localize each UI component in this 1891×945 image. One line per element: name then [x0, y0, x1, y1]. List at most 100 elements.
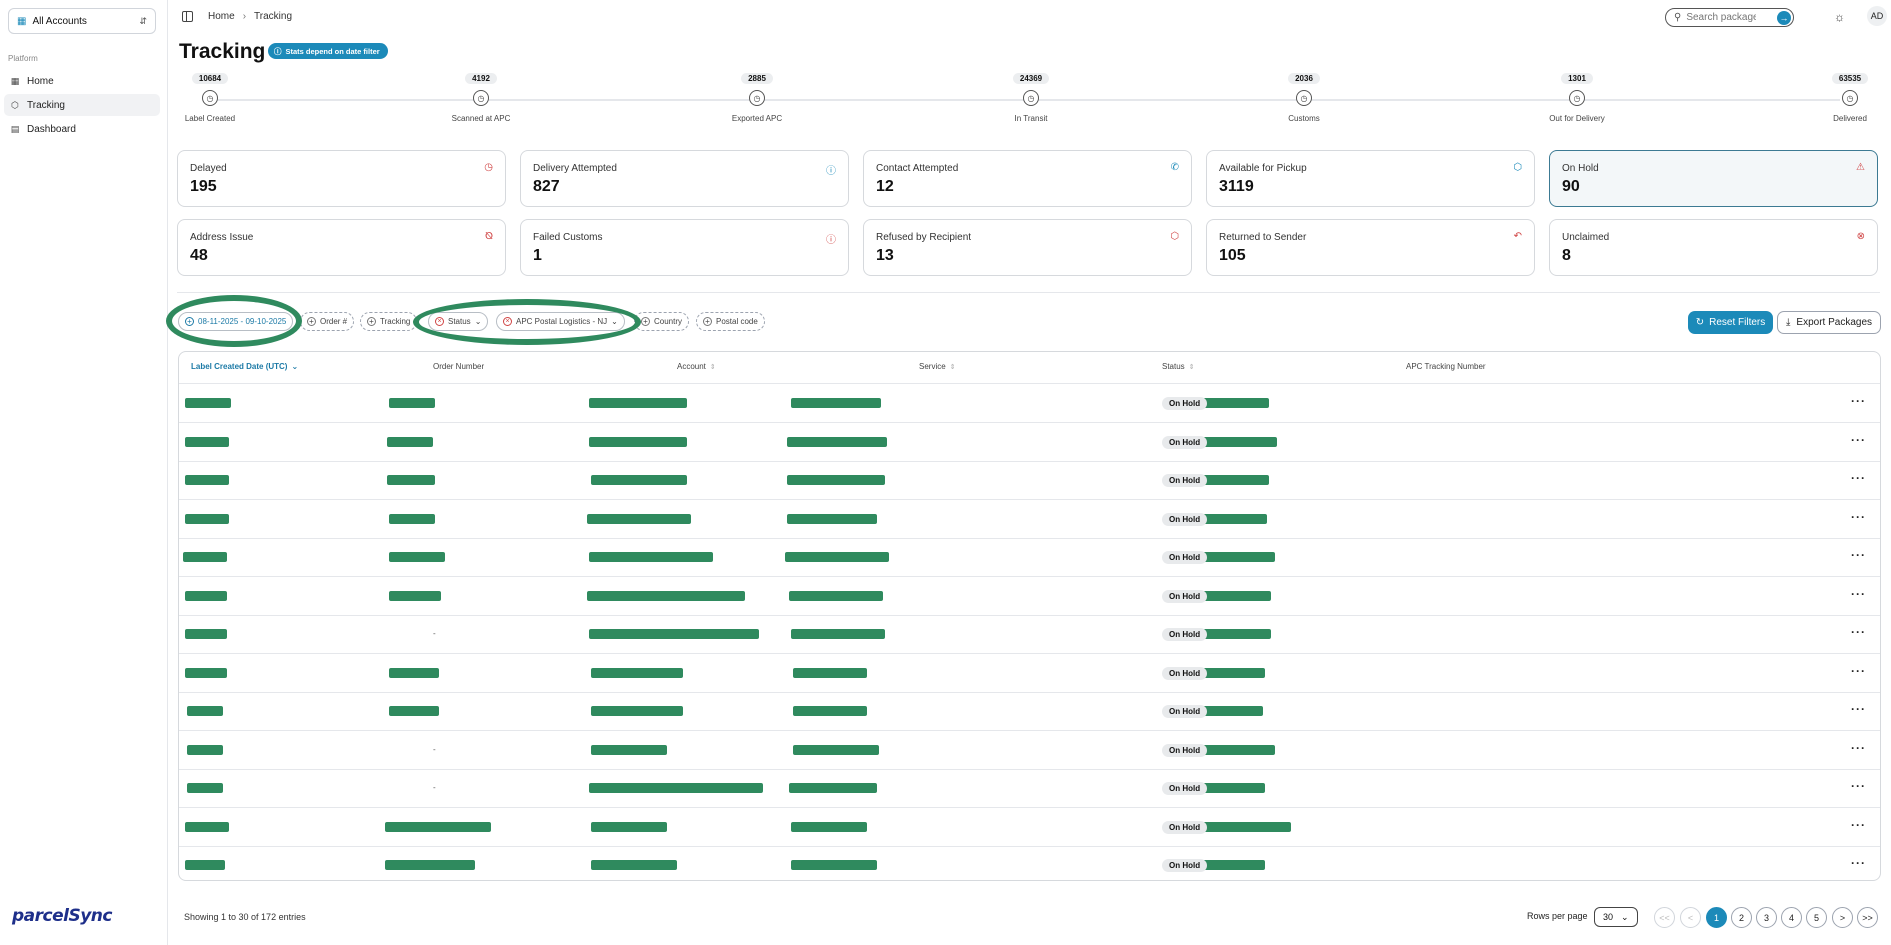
- redacted-cell: [589, 436, 687, 447]
- step-out-for-delivery[interactable]: 1301 ◷ Out for Delivery: [1517, 70, 1637, 123]
- reset-filters-button[interactable]: ↻ Reset Filters: [1688, 311, 1773, 334]
- table-row[interactable]: - On Hold ···: [179, 616, 1880, 654]
- card-on-hold[interactable]: On Hold 90 ⚠: [1549, 150, 1878, 207]
- page-button[interactable]: 1: [1706, 907, 1727, 928]
- column-header[interactable]: Label Created Date (UTC) ⌄: [191, 362, 298, 371]
- next-page-button[interactable]: >: [1832, 907, 1853, 928]
- page-button[interactable]: 5: [1806, 907, 1827, 928]
- more-options-icon[interactable]: ···: [1851, 433, 1866, 447]
- table-row[interactable]: On Hold ···: [179, 847, 1880, 880]
- card-returned-to-sender[interactable]: Returned to Sender 105 ↶: [1206, 219, 1535, 276]
- theme-toggle-icon[interactable]: ☼: [1834, 10, 1845, 24]
- export-packages-label: Export Packages: [1796, 317, 1873, 328]
- redacted-cell: [389, 513, 435, 524]
- table-row[interactable]: On Hold ···: [179, 539, 1880, 577]
- table-row[interactable]: On Hold ···: [179, 462, 1880, 500]
- sidebar: ▦ All Accounts ⇵ Platform ▦ Home ⬡ Track…: [0, 0, 168, 945]
- card-delayed[interactable]: Delayed 195 ◷: [177, 150, 506, 207]
- grid-icon: ▦: [10, 75, 20, 86]
- redacted-cell: [589, 398, 687, 408]
- x-circle-icon[interactable]: ×: [503, 317, 512, 326]
- more-options-icon[interactable]: ···: [1851, 702, 1866, 716]
- sidebar-toggle-icon[interactable]: [182, 11, 193, 22]
- column-header: Order Number: [433, 362, 484, 371]
- date-range-filter[interactable]: + 08-11-2025 - 09-10-2025: [178, 312, 294, 331]
- more-options-icon[interactable]: ···: [1851, 394, 1866, 408]
- table-row[interactable]: On Hold ···: [179, 424, 1880, 462]
- step-exported-apc[interactable]: 2885 ◷ Exported APC: [697, 70, 817, 123]
- export-packages-button[interactable]: ⤓ Export Packages: [1777, 311, 1881, 334]
- table-row[interactable]: On Hold ···: [179, 385, 1880, 423]
- tracking-filter[interactable]: + Tracking: [360, 312, 418, 331]
- card-refused-by-recipient[interactable]: Refused by Recipient 13 ⬡: [863, 219, 1192, 276]
- more-options-icon[interactable]: ···: [1851, 510, 1866, 524]
- x-circle-icon[interactable]: ×: [435, 317, 444, 326]
- step-scanned-at-apc[interactable]: 4192 ◷ Scanned at APC: [421, 70, 541, 123]
- search-input[interactable]: [1686, 12, 1757, 23]
- breadcrumb-home[interactable]: Home: [208, 11, 235, 22]
- step-count: 1301: [1561, 73, 1593, 84]
- card-label: Available for Pickup: [1219, 163, 1307, 174]
- sidebar-item-dashboard[interactable]: ▤ Dashboard: [4, 118, 160, 140]
- page-button[interactable]: 2: [1731, 907, 1752, 928]
- table-row[interactable]: On Hold ···: [179, 693, 1880, 731]
- more-options-icon[interactable]: ···: [1851, 587, 1866, 601]
- more-options-icon[interactable]: ···: [1851, 664, 1866, 678]
- column-header[interactable]: Status ⇕: [1162, 362, 1195, 371]
- status-badge: On Hold: [1162, 589, 1208, 603]
- page-button[interactable]: 4: [1781, 907, 1802, 928]
- card-contact-attempted[interactable]: Contact Attempted 12 ✆: [863, 150, 1192, 207]
- sidebar-item-tracking[interactable]: ⬡ Tracking: [4, 94, 160, 116]
- account-filter[interactable]: × APC Postal Logistics - NJ ⌄: [496, 312, 625, 331]
- card-failed-customs[interactable]: Failed Customs 1 ⓘ: [520, 219, 849, 276]
- column-header[interactable]: Account ⇕: [677, 362, 716, 371]
- table-row[interactable]: On Hold ···: [179, 655, 1880, 693]
- order-number-cell: -: [433, 629, 436, 638]
- order-filter[interactable]: + Order #: [300, 312, 355, 331]
- redacted-cell: [589, 552, 713, 562]
- redacted-cell: [1197, 513, 1267, 524]
- step-delivered[interactable]: 63535 ◷ Delivered: [1790, 70, 1891, 123]
- account-select[interactable]: ▦ All Accounts ⇵: [8, 8, 156, 34]
- chevron-down-icon: ⌄: [291, 362, 299, 371]
- prev-page-button[interactable]: <: [1680, 907, 1701, 928]
- page-button[interactable]: 3: [1756, 907, 1777, 928]
- postal-code-filter[interactable]: + Postal code: [696, 312, 765, 331]
- step-in-transit[interactable]: 24369 ◷ In Transit: [971, 70, 1091, 123]
- refresh-icon: ↻: [1695, 317, 1705, 328]
- column-label: Status: [1162, 362, 1185, 371]
- country-filter[interactable]: + Country: [634, 312, 690, 331]
- redacted-cell: [591, 821, 667, 832]
- more-options-icon[interactable]: ···: [1851, 625, 1866, 639]
- more-options-icon[interactable]: ···: [1851, 471, 1866, 485]
- clock-icon: ◷: [484, 162, 493, 173]
- search-submit-button[interactable]: →: [1777, 11, 1791, 25]
- table-row[interactable]: - On Hold ···: [179, 770, 1880, 808]
- more-options-icon[interactable]: ···: [1851, 741, 1866, 755]
- card-available-for-pickup[interactable]: Available for Pickup 3119 ⬡: [1206, 150, 1535, 207]
- card-address-issue[interactable]: Address Issue 48 ⦰: [177, 219, 506, 276]
- table-row[interactable]: On Hold ···: [179, 501, 1880, 539]
- status-filter[interactable]: × Status ⌄: [428, 312, 489, 331]
- table-row[interactable]: On Hold ···: [179, 578, 1880, 616]
- redacted-cell: [185, 398, 231, 408]
- more-options-icon[interactable]: ···: [1851, 818, 1866, 832]
- more-options-icon[interactable]: ···: [1851, 779, 1866, 793]
- last-page-button[interactable]: >>: [1857, 907, 1878, 928]
- step-customs[interactable]: 2036 ◷ Customs: [1244, 70, 1364, 123]
- more-options-icon[interactable]: ···: [1851, 856, 1866, 870]
- first-page-button[interactable]: <<: [1654, 907, 1675, 928]
- redacted-cell: [1197, 475, 1269, 485]
- more-options-icon[interactable]: ···: [1851, 548, 1866, 562]
- column-label: APC Tracking Number: [1406, 362, 1486, 371]
- column-header[interactable]: Service ⇕: [919, 362, 956, 371]
- status-badge: On Hold: [1162, 666, 1208, 680]
- step-label-created[interactable]: 10684 ◷ Label Created: [150, 70, 270, 123]
- table-row[interactable]: On Hold ···: [179, 809, 1880, 847]
- avatar[interactable]: AD: [1867, 6, 1887, 26]
- rows-per-page-select[interactable]: 30 ⌄: [1594, 907, 1638, 927]
- card-unclaimed[interactable]: Unclaimed 8 ⊗: [1549, 219, 1878, 276]
- card-delivery-attempted[interactable]: Delivery Attempted 827 ⓘ: [520, 150, 849, 207]
- sidebar-item-home[interactable]: ▦ Home: [4, 70, 160, 92]
- table-row[interactable]: - On Hold ···: [179, 732, 1880, 770]
